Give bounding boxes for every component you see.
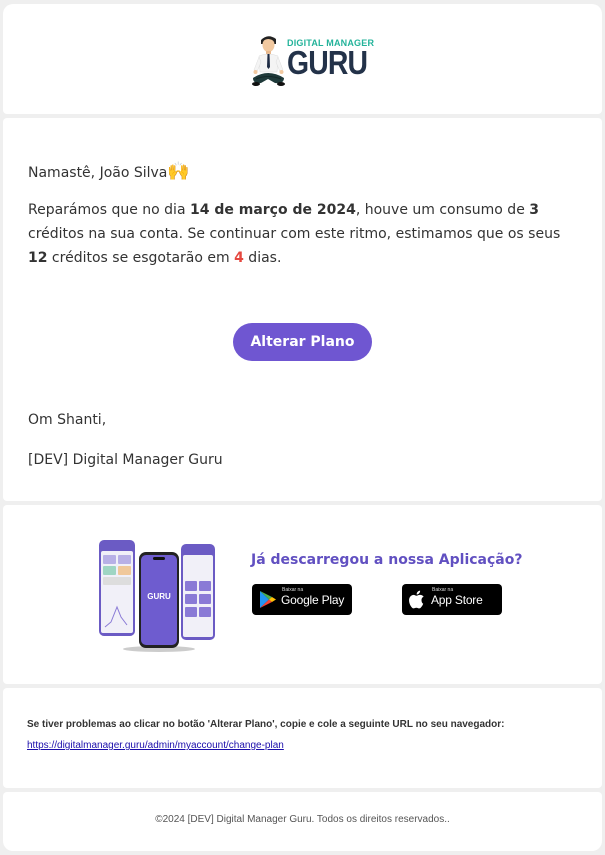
phone-mockups-image: GURU [99, 540, 215, 652]
copyright-text: ©2024 [DEV] Digital Manager Guru. Todos … [155, 814, 450, 825]
message-text: , houve um consumo de [355, 202, 530, 218]
logo-main-text: GURU [287, 44, 368, 81]
phone-logo-text: GURU [147, 592, 171, 601]
app-store-text: App Store [431, 593, 483, 607]
consumption-date: 14 de março de 2024 [189, 202, 356, 218]
change-plan-link[interactable]: https://digitalmanager.guru/admin/myacco… [27, 740, 284, 751]
email-footer: ©2024 [DEV] Digital Manager Guru. Todos … [3, 792, 602, 851]
greeting: Namastê, João Silva🙌 [28, 160, 578, 185]
change-plan-button[interactable]: Alterar Plano [233, 323, 372, 361]
logo: DIGITAL MANAGER GURU [251, 34, 374, 90]
credits-remaining: 12 [28, 250, 48, 266]
apple-icon [409, 590, 424, 609]
message-text: dias. [243, 250, 282, 266]
google-play-badge[interactable]: Baixar na Google Play [252, 584, 352, 615]
message-text: Reparámos que no dia [28, 202, 190, 218]
email-body: Namastê, João Silva🙌 Reparámos que no di… [3, 118, 602, 501]
days-remaining: 4 [234, 250, 244, 266]
message-text: créditos se esgotarão em [47, 250, 235, 266]
help-text: Se tiver problemas ao clicar no botão 'A… [27, 719, 505, 730]
google-play-icon [260, 591, 276, 608]
credits-consumed: 3 [529, 202, 540, 218]
app-promo: GURU Já descarregou a nossa Aplicação? B… [3, 505, 602, 684]
greeting-text: Namastê, João Silva [28, 165, 168, 181]
email-header: DIGITAL MANAGER GURU [3, 4, 602, 114]
signature: [DEV] Digital Manager Guru [28, 452, 223, 468]
google-play-text: Google Play [281, 593, 345, 607]
message-paragraph: Reparámos que no dia 14 de março de 2024… [28, 198, 578, 270]
app-store-badge[interactable]: Baixar na App Store [402, 584, 502, 615]
message-text: créditos na sua conta. Se continuar com … [28, 226, 561, 242]
help-section: Se tiver problemas ao clicar no botão 'A… [3, 688, 602, 788]
app-promo-title: Já descarregou a nossa Aplicação? [251, 552, 523, 568]
raised-hands-icon: 🙌 [167, 161, 190, 182]
signoff: Om Shanti, [28, 412, 107, 428]
meditating-man-icon [252, 36, 285, 86]
